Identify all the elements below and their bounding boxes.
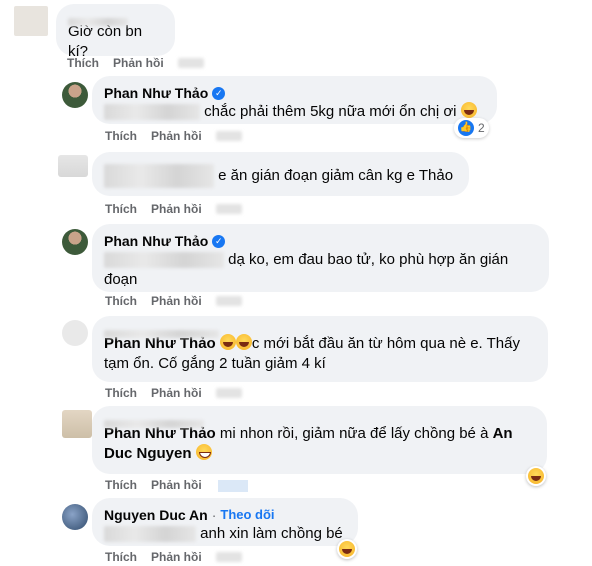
mention-tag[interactable]: An xyxy=(493,425,513,442)
haha-reaction-icon[interactable] xyxy=(337,539,357,559)
timestamp[interactable] xyxy=(215,296,242,306)
avatar[interactable] xyxy=(14,6,48,36)
comment-text: e ăn gián đoạn giảm cân kg e Thảo xyxy=(218,166,454,184)
timestamp[interactable] xyxy=(177,58,204,68)
comment-bubble: Giờ còn bn kí? xyxy=(56,4,175,60)
grinning-emoji-icon xyxy=(195,444,212,460)
comment-actions: Thích Phản hồi xyxy=(105,550,242,564)
like-button[interactable]: Thích xyxy=(105,129,137,143)
comment-actions: Thích Phản hồi xyxy=(105,386,242,400)
like-button[interactable]: Thích xyxy=(105,550,137,564)
comment-actions: Thích Phản hồi xyxy=(67,56,204,70)
comment-bubble: Phan Như Thảo ✓ dạ ko, em đau bao tử, ko … xyxy=(92,224,549,292)
reaction-count[interactable]: 👍 2 xyxy=(454,118,489,138)
avatar[interactable] xyxy=(62,504,88,530)
laughing-emoji-icon xyxy=(219,334,236,350)
like-reaction-icon: 👍 xyxy=(458,120,474,136)
timestamp[interactable] xyxy=(215,131,242,141)
like-button[interactable]: Thích xyxy=(105,294,137,308)
avatar[interactable] xyxy=(62,229,88,255)
like-button[interactable]: Thích xyxy=(105,386,137,400)
comment-bubble: Phan Như Thảo ✓ chắc phải thêm 5kg nữa mớ… xyxy=(92,76,497,124)
like-button[interactable]: Thích xyxy=(105,478,137,492)
reply-button[interactable]: Phản hồi xyxy=(151,550,202,564)
haha-emoji-icon xyxy=(339,541,355,557)
comment-actions: Thích Phản hồi xyxy=(105,294,242,308)
haha-emoji-icon xyxy=(528,468,544,484)
author-name[interactable]: Phan Như Thảo xyxy=(104,232,208,250)
laughing-emoji-icon xyxy=(235,334,252,350)
mention-tag-continued[interactable]: Duc Nguyen xyxy=(104,445,192,462)
like-button[interactable]: Thích xyxy=(67,56,99,70)
reaction-count-value: 2 xyxy=(478,121,485,135)
follow-button[interactable]: Theo dõi xyxy=(220,506,274,524)
author-name[interactable]: Phan Như Thảo xyxy=(104,84,208,102)
comment-bubble: e ăn gián đoạn giảm cân kg e Thảo xyxy=(92,152,469,196)
separator: · xyxy=(211,507,217,523)
avatar[interactable] xyxy=(62,410,92,438)
redacted-name xyxy=(104,330,219,339)
laughing-emoji-icon xyxy=(460,102,477,118)
comment-bubble: Phan Như Thảo c mới bắt đầu ăn từ hôm qu… xyxy=(92,316,548,382)
comment-text: dạ ko, em đau bao tử, ko phù hợp ăn gián xyxy=(228,251,509,268)
comment-text-continued: đoạn xyxy=(104,271,138,288)
verified-icon: ✓ xyxy=(212,234,226,248)
avatar[interactable] xyxy=(62,320,88,346)
redacted-name xyxy=(68,18,128,27)
redacted-name xyxy=(104,164,214,188)
comment-text: chắc phải thêm 5kg nữa mới ổn chị ơi xyxy=(204,103,457,120)
reply-button[interactable]: Phản hồi xyxy=(151,129,202,143)
verified-icon: ✓ xyxy=(212,86,226,100)
like-button[interactable]: Thích xyxy=(105,202,137,216)
comment-text: mi nhon rồi, giảm nữa để lấy chồng bé à xyxy=(219,425,489,442)
reply-button[interactable]: Phản hồi xyxy=(151,294,202,308)
author-name[interactable]: Nguyen Duc An xyxy=(104,506,208,524)
reply-button[interactable]: Phản hồi xyxy=(113,56,164,70)
timestamp[interactable] xyxy=(215,552,242,562)
redacted-tag xyxy=(104,104,200,121)
comment-text-continued: tạm ổn. Cố gắng 2 tuần giảm 4 kí xyxy=(104,355,326,372)
redacted-name xyxy=(104,420,204,429)
reply-button[interactable]: Phản hồi xyxy=(151,202,202,216)
avatar[interactable] xyxy=(58,155,88,177)
comment-actions: Thích Phản hồi xyxy=(105,129,242,143)
comment-actions: Thích Phản hồi xyxy=(105,478,202,492)
timestamp[interactable] xyxy=(218,480,248,492)
haha-reaction-icon[interactable] xyxy=(526,466,546,486)
reply-button[interactable]: Phản hồi xyxy=(151,386,202,400)
comment-text: c mới bắt đầu ăn từ hôm qua nè e. Thấy xyxy=(251,335,520,352)
redacted-tag xyxy=(104,526,196,543)
comment-text: anh xin làm chồng bé xyxy=(200,525,343,542)
comment-actions: Thích Phản hồi xyxy=(105,202,242,216)
timestamp[interactable] xyxy=(215,204,242,214)
comment-bubble: Nguyen Duc An · Theo dõi anh xin làm chồng… xyxy=(92,498,358,546)
timestamp[interactable] xyxy=(215,388,242,398)
avatar[interactable] xyxy=(62,82,88,108)
comment-bubble: Phan Như Thảo mi nhon rồi, giảm nữa để l… xyxy=(92,406,547,474)
redacted-tag xyxy=(104,252,224,269)
reply-button[interactable]: Phản hồi xyxy=(151,478,202,492)
